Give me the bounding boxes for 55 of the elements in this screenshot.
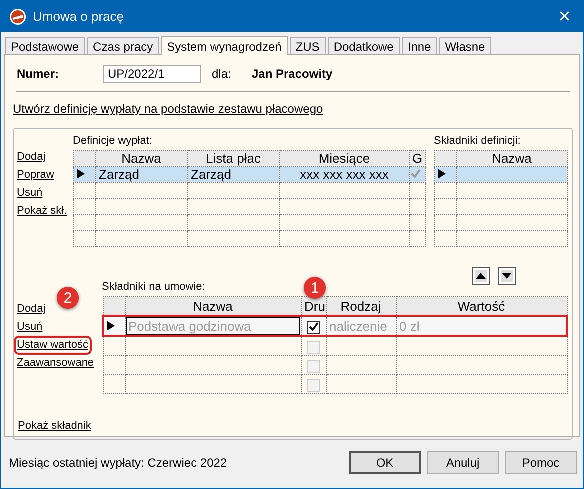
action-link[interactable]: Usuń [17, 187, 43, 200]
table-cell: 0 zł [400, 318, 420, 334]
column-header[interactable]: Rodzaj [326, 296, 396, 316]
window-title: Umowa o pracę [33, 9, 126, 24]
tab[interactable]: System wynagrodzeń [161, 36, 288, 55]
tab[interactable]: Czas pracy [87, 37, 160, 54]
tab[interactable]: Własne [439, 37, 492, 54]
close-button[interactable]: ✕ [554, 6, 575, 26]
dialog-button[interactable]: Pomoc [505, 451, 577, 474]
column-header[interactable]: Nazwa [456, 150, 568, 166]
column-header[interactable]: Nazwa [96, 150, 188, 166]
action-link[interactable]: Zaawansowane [17, 357, 94, 370]
callout-badge: 1 [304, 277, 326, 299]
tab[interactable]: ZUS [290, 37, 326, 54]
dialog-button[interactable]: Anuluj [427, 451, 499, 474]
triangle-up-icon [476, 273, 486, 279]
table-cell: Podstawa godzinowa [128, 318, 252, 334]
table-cell: naliczenie [330, 318, 388, 334]
table-cell: xxx xxx xxx xxx [280, 166, 410, 182]
action-link[interactable]: Dodaj [17, 303, 46, 316]
triangle-down-icon [502, 273, 512, 279]
row-pointer-icon [77, 169, 85, 179]
table-cell: Zarząd [96, 166, 188, 182]
for-label: dla: [212, 67, 232, 81]
action-link[interactable]: Ustaw wartość [17, 339, 89, 352]
grid-label: Składniki definicji: [434, 135, 521, 149]
checkbox[interactable] [307, 320, 320, 334]
action-link[interactable]: Usuń [17, 321, 43, 334]
grid-label: Składniki na umowie: [102, 281, 206, 295]
tab[interactable]: Podstawowe [5, 37, 86, 54]
employee-name: Jan Pracowity [252, 67, 333, 81]
table-cell: Zarząd [188, 166, 280, 182]
callout-badge: 2 [57, 287, 79, 309]
column-header[interactable]: Lista płac [188, 150, 280, 166]
column-header[interactable]: Wartość [396, 296, 567, 316]
action-link[interactable]: Pokaż skł. [17, 205, 68, 218]
show-component-link[interactable]: Pokaż składnik [18, 420, 92, 433]
tab[interactable]: Dodatkowe [328, 37, 400, 54]
row-pointer-icon [107, 320, 115, 330]
column-header[interactable]: G [410, 150, 426, 166]
move-down-button[interactable] [498, 267, 516, 285]
move-up-button[interactable] [472, 267, 490, 285]
grid-label: Definicje wypłat: [73, 135, 152, 149]
column-header[interactable]: Nazwa [125, 296, 301, 316]
status-text: Miesiąc ostatniej wypłaty: Czerwiec 2022 [9, 456, 228, 470]
app-logo-icon [9, 8, 27, 26]
number-field[interactable]: UP/2022/1 [103, 65, 201, 83]
tab[interactable]: Inne [402, 37, 438, 54]
column-header[interactable]: Miesiące [280, 150, 410, 166]
action-link[interactable]: Popraw [17, 169, 54, 182]
create-definition-link[interactable]: Utwórz definicję wypłaty na podstawie zestawu płacowego [13, 102, 324, 116]
number-label: Numer: [16, 67, 60, 81]
action-link[interactable]: Dodaj [17, 151, 46, 164]
row-pointer-icon [438, 169, 446, 179]
dialog-button[interactable]: OK [349, 451, 421, 474]
